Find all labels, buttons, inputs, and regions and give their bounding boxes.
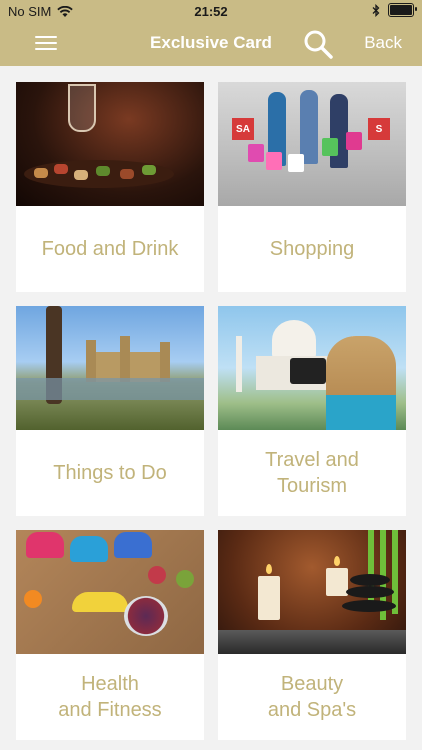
food-and-drink-image xyxy=(16,82,204,206)
category-label: Shopping xyxy=(269,238,355,260)
travel-and-tourism-image xyxy=(218,306,406,430)
health-and-fitness-image xyxy=(16,530,204,654)
category-card-food-and-drink[interactable]: Food and Drink xyxy=(16,82,204,292)
category-card-health-and-fitness[interactable]: Health and Fitness xyxy=(16,530,204,740)
category-label: Travel and Tourism xyxy=(265,449,359,497)
category-card-things-to-do[interactable]: Things to Do xyxy=(16,306,204,516)
shopping-image: SA S xyxy=(218,82,406,206)
category-label: Things to Do xyxy=(53,462,167,484)
category-label: Health and Fitness xyxy=(58,673,162,721)
category-label: Beauty and Spa's xyxy=(267,673,357,721)
category-card-travel-and-tourism[interactable]: Travel and Tourism xyxy=(218,306,406,516)
navigation-bar: Exclusive Card Back xyxy=(0,22,422,66)
back-button[interactable]: Back xyxy=(364,33,402,53)
category-card-beauty-and-spas[interactable]: Beauty and Spa's xyxy=(218,530,406,740)
bluetooth-icon xyxy=(372,3,380,17)
beauty-and-spas-image xyxy=(218,530,406,654)
battery-icon xyxy=(388,3,417,17)
status-bar: No SIM 21:52 xyxy=(0,0,422,22)
search-icon[interactable] xyxy=(302,28,334,60)
things-to-do-image xyxy=(16,306,204,430)
category-card-shopping[interactable]: SA S Shopping xyxy=(218,82,406,292)
status-time: 21:52 xyxy=(194,4,228,19)
status-right xyxy=(372,3,417,17)
header-bar: No SIM 21:52 Exclusive Card Back xyxy=(0,0,422,66)
category-label: Food and Drink xyxy=(41,238,179,260)
category-grid: Food and Drink SA S Shopping Things to D… xyxy=(0,66,422,750)
page-title: Exclusive Card xyxy=(150,33,272,52)
